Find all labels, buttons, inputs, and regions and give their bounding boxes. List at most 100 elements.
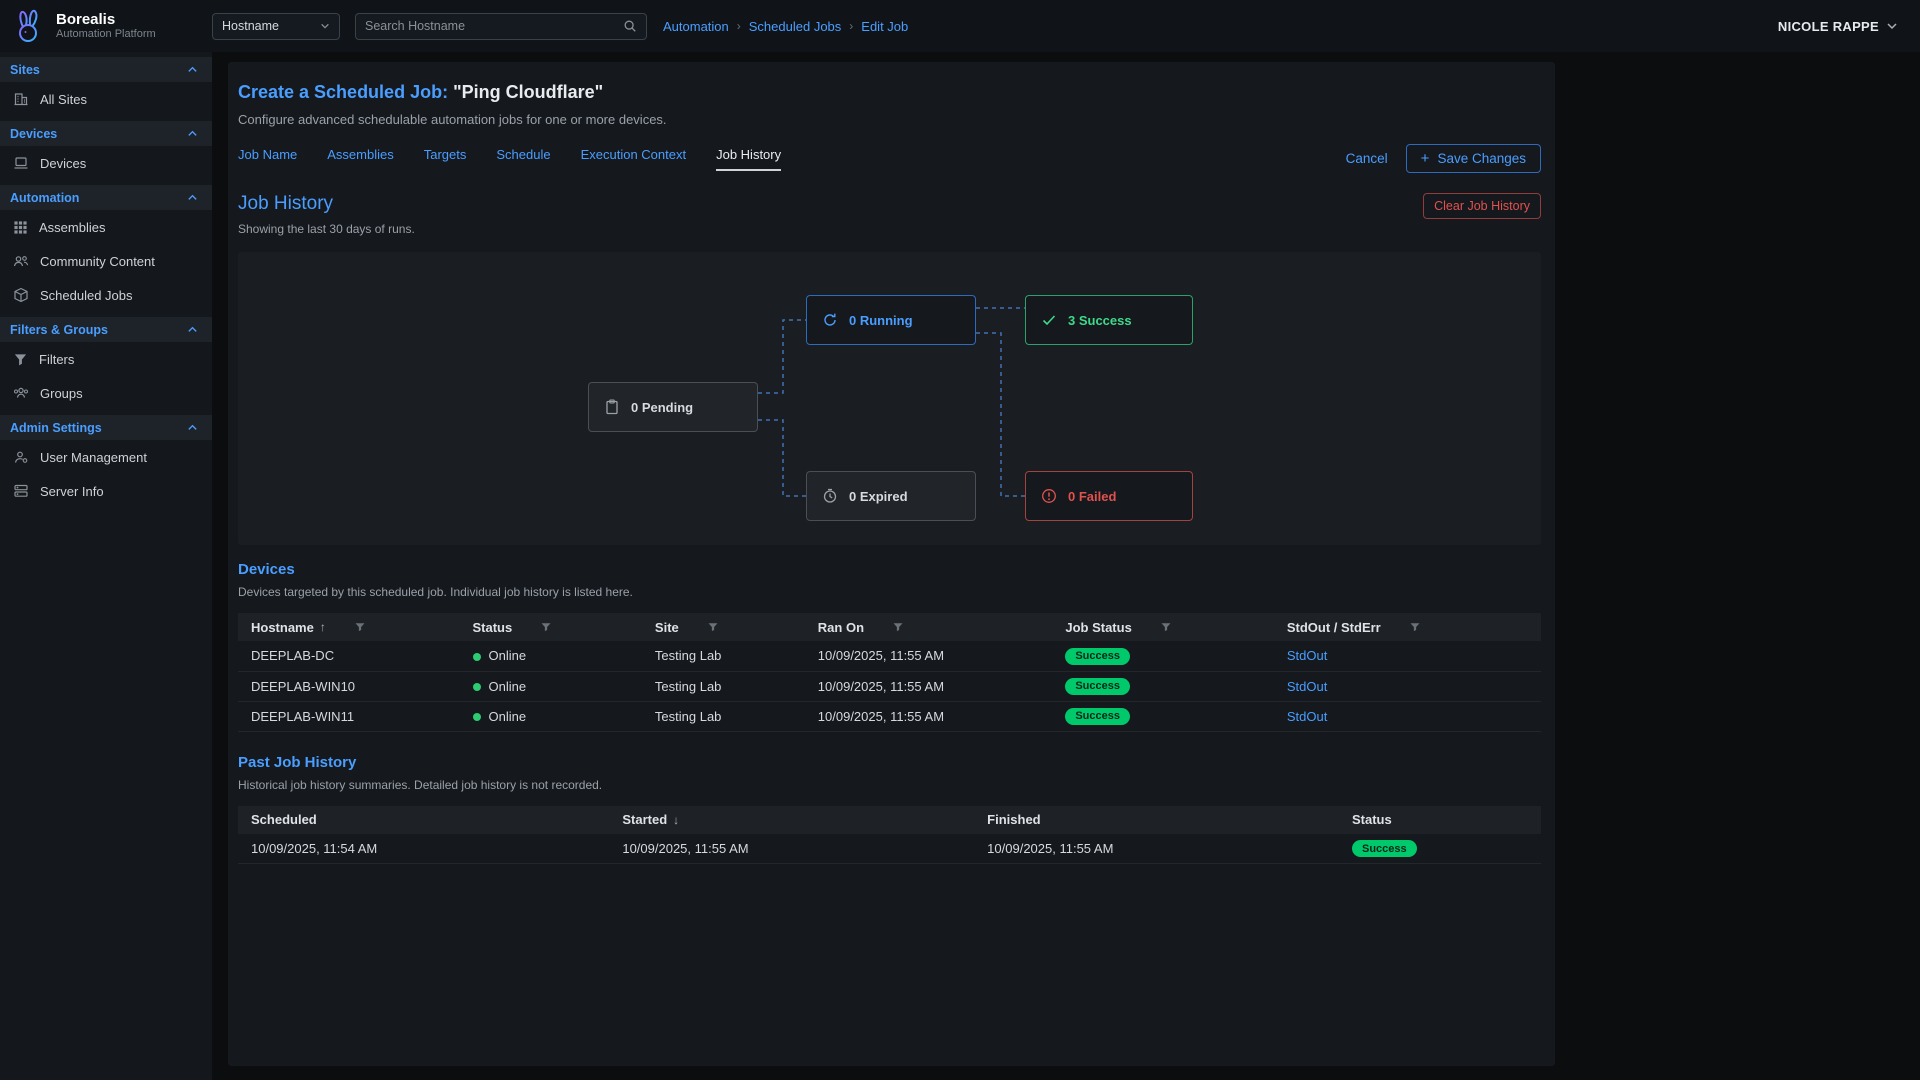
sidebar-section-label: Admin Settings: [10, 421, 102, 435]
job-history-subheading: Showing the last 30 days of runs.: [238, 222, 415, 236]
sidebar-section-filters-groups[interactable]: Filters & Groups: [0, 317, 212, 342]
flow-node-failed[interactable]: 0 Failed: [1025, 471, 1193, 521]
cell-stdout: StdOut: [1274, 701, 1541, 731]
sidebar-item-all-sites[interactable]: All Sites: [0, 82, 212, 116]
tab-execution-context[interactable]: Execution Context: [581, 147, 687, 171]
devices-description: Devices targeted by this scheduled job. …: [238, 585, 1541, 599]
col-ran-on[interactable]: Ran On: [818, 620, 864, 635]
tabs-row: Job Name Assemblies Targets Schedule Exe…: [238, 144, 1541, 173]
table-row[interactable]: 10/09/2025, 11:54 AM 10/09/2025, 11:55 A…: [238, 834, 1541, 864]
col-site[interactable]: Site: [655, 620, 679, 635]
table-row[interactable]: DEEPLAB-WIN11 Online Testing Lab 10/09/2…: [238, 701, 1541, 731]
cell-status: Success: [1339, 834, 1541, 864]
past-job-history-heading: Past Job History: [238, 754, 1541, 771]
tab-targets[interactable]: Targets: [424, 147, 467, 171]
breadcrumb-separator: ›: [737, 19, 741, 33]
filter-icon[interactable]: [1160, 621, 1172, 633]
cell-ran-on: 10/09/2025, 11:55 AM: [805, 641, 1053, 671]
flow-node-pending[interactable]: 0 Pending: [588, 382, 758, 432]
col-scheduled[interactable]: Scheduled: [251, 812, 317, 827]
sidebar-item-user-management[interactable]: User Management: [0, 440, 212, 474]
online-status-dot: [473, 653, 481, 661]
tab-assemblies[interactable]: Assemblies: [327, 147, 393, 171]
laptop-icon: [13, 155, 29, 171]
sidebar-item-community-content[interactable]: Community Content: [0, 244, 212, 278]
col-stdout-stderr[interactable]: StdOut / StdErr: [1287, 620, 1381, 635]
sidebar: Sites All Sites Devices Devices Automati…: [0, 52, 212, 1080]
filter-icon[interactable]: [707, 621, 719, 633]
sidebar-section-sites[interactable]: Sites: [0, 57, 212, 82]
sidebar-section-devices[interactable]: Devices: [0, 121, 212, 146]
breadcrumb-scheduled-jobs[interactable]: Scheduled Jobs: [749, 19, 842, 34]
hostname-select[interactable]: Hostname: [212, 13, 340, 40]
filter-icon[interactable]: [892, 621, 904, 633]
col-status[interactable]: Status: [1352, 812, 1392, 827]
check-icon: [1041, 312, 1057, 328]
grid-icon: [13, 220, 28, 235]
sidebar-item-label: Scheduled Jobs: [40, 288, 133, 303]
cell-site: Testing Lab: [642, 671, 805, 701]
sidebar-section-label: Automation: [10, 191, 79, 205]
breadcrumb-automation[interactable]: Automation: [663, 19, 729, 34]
sidebar-item-label: Server Info: [40, 484, 104, 499]
user-menu[interactable]: NICOLE RAPPE: [1778, 19, 1898, 34]
chevron-up-icon: [187, 128, 198, 139]
page-title: Create a Scheduled Job: "Ping Cloudflare…: [238, 82, 1541, 103]
sort-asc-icon[interactable]: ↑: [320, 620, 326, 634]
filter-icon: [13, 352, 28, 367]
stdout-link[interactable]: StdOut: [1287, 679, 1327, 694]
sidebar-item-assemblies[interactable]: Assemblies: [0, 210, 212, 244]
cancel-button[interactable]: Cancel: [1346, 151, 1388, 166]
col-started[interactable]: Started: [622, 812, 667, 827]
user-gear-icon: [13, 449, 29, 465]
clipboard-icon: [604, 399, 620, 415]
search-input[interactable]: [365, 19, 623, 33]
sidebar-item-scheduled-jobs[interactable]: Scheduled Jobs: [0, 278, 212, 312]
devices-heading: Devices: [238, 561, 1541, 578]
col-status[interactable]: Status: [473, 620, 513, 635]
brand-subtitle: Automation Platform: [56, 28, 156, 41]
chevron-up-icon: [187, 192, 198, 203]
clear-job-history-button[interactable]: Clear Job History: [1423, 193, 1541, 219]
sidebar-item-label: All Sites: [40, 92, 87, 107]
tab-job-history[interactable]: Job History: [716, 147, 781, 171]
table-row[interactable]: DEEPLAB-DC Online Testing Lab 10/09/2025…: [238, 641, 1541, 671]
status-text: Online: [489, 648, 527, 663]
flow-node-label: 0 Running: [849, 313, 913, 328]
flow-node-success[interactable]: 3 Success: [1025, 295, 1193, 345]
top-bar: Borealis Automation Platform Hostname Au…: [0, 0, 1920, 52]
chevron-up-icon: [187, 64, 198, 75]
flow-node-label: 0 Expired: [849, 489, 908, 504]
filter-icon[interactable]: [540, 621, 552, 633]
stdout-link[interactable]: StdOut: [1287, 709, 1327, 724]
col-hostname[interactable]: Hostname: [251, 620, 314, 635]
sort-desc-icon[interactable]: ↓: [673, 813, 679, 827]
online-status-dot: [473, 683, 481, 691]
sidebar-item-groups[interactable]: Groups: [0, 376, 212, 410]
flow-node-running[interactable]: 0 Running: [806, 295, 976, 345]
tab-schedule[interactable]: Schedule: [496, 147, 550, 171]
filter-icon[interactable]: [354, 621, 366, 633]
flow-node-expired[interactable]: 0 Expired: [806, 471, 976, 521]
table-row[interactable]: DEEPLAB-WIN10 Online Testing Lab 10/09/2…: [238, 671, 1541, 701]
clock-icon: [822, 488, 838, 504]
save-changes-button[interactable]: + Save Changes: [1406, 144, 1541, 173]
col-finished[interactable]: Finished: [987, 812, 1040, 827]
search-icon[interactable]: [623, 19, 637, 33]
cell-site: Testing Lab: [642, 641, 805, 671]
tab-job-name[interactable]: Job Name: [238, 147, 297, 171]
stdout-link[interactable]: StdOut: [1287, 648, 1327, 663]
sidebar-item-filters[interactable]: Filters: [0, 342, 212, 376]
sidebar-section-automation[interactable]: Automation: [0, 185, 212, 210]
cell-hostname: DEEPLAB-DC: [238, 641, 460, 671]
col-job-status[interactable]: Job Status: [1065, 620, 1131, 635]
status-badge: Success: [1065, 678, 1130, 695]
breadcrumb-edit-job[interactable]: Edit Job: [861, 19, 908, 34]
page-title-job-name: "Ping Cloudflare": [448, 82, 603, 102]
sidebar-item-server-info[interactable]: Server Info: [0, 474, 212, 508]
filter-icon[interactable]: [1409, 621, 1421, 633]
sidebar-item-devices[interactable]: Devices: [0, 146, 212, 180]
sidebar-section-admin-settings[interactable]: Admin Settings: [0, 415, 212, 440]
sidebar-section-label: Filters & Groups: [10, 323, 108, 337]
sidebar-item-label: Devices: [40, 156, 86, 171]
